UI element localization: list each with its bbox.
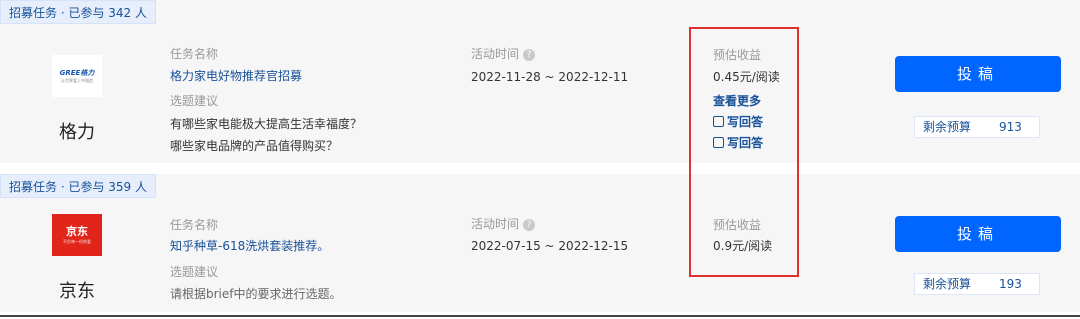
view-more-link[interactable]: 查看更多 [713, 92, 761, 109]
activity-time: 2022-07-15 ~ 2022-12-15 [471, 239, 629, 253]
time-label: 活动时间? [471, 215, 536, 232]
submit-button[interactable]: 投稿 [895, 56, 1061, 92]
time-label-text: 活动时间 [471, 217, 520, 231]
write-answer-label: 写回答 [727, 136, 764, 150]
earn-value: 0.45元/阅读 [713, 70, 780, 84]
time-label: 活动时间? [471, 45, 536, 62]
logo-subtext: 让世界爱上中国造 [60, 77, 93, 83]
task-card: 招募任务 · 已参与 342 人 GREE格力 让世界爱上中国造 格力 任务名称… [0, 0, 1080, 163]
logo-text: 京东 [66, 225, 88, 238]
topic-item: 请根据brief中的要求进行选题。 [170, 287, 342, 301]
brand-name: 京东 [59, 281, 95, 302]
topic-item: 有哪些家电能极大提高生活幸福度？ [170, 117, 363, 131]
task-tag: 招募任务 · 已参与 342 人 [0, 0, 156, 24]
budget-box: 剩余预算 913 [914, 116, 1040, 138]
task-card: 招募任务 · 已参与 359 人 京东 不负每一份热爱 京东 任务名称 知乎种草… [0, 174, 1080, 312]
write-answer-link[interactable]: 写回答 [713, 113, 763, 130]
earn-label: 预估收益 [713, 48, 762, 62]
write-answer-label: 写回答 [727, 115, 764, 129]
task-name-link[interactable]: 格力家电好物推荐官招募 [170, 67, 302, 84]
task-name-link[interactable]: 知乎种草-618洗烘套装推荐。 [170, 237, 329, 254]
task-tag: 招募任务 · 已参与 359 人 [0, 174, 156, 198]
time-label-text: 活动时间 [471, 47, 520, 61]
brand-name: 格力 [59, 122, 95, 143]
task-name-label: 任务名称 [170, 218, 219, 232]
help-icon[interactable]: ? [523, 218, 536, 231]
budget-value: 913 [999, 120, 1022, 134]
budget-label: 剩余预算 [923, 120, 972, 134]
submit-button[interactable]: 投稿 [895, 216, 1061, 252]
task-name-label: 任务名称 [170, 47, 219, 61]
brand-logo: GREE格力 让世界爱上中国造 [52, 55, 102, 97]
logo-text: GREE格力 [59, 68, 95, 77]
topic-label: 选题建议 [170, 94, 219, 108]
edit-icon [713, 137, 724, 148]
activity-time: 2022-11-28 ~ 2022-12-11 [471, 70, 629, 84]
earn-value: 0.9元/阅读 [713, 239, 773, 253]
divider [0, 315, 1080, 317]
help-icon[interactable]: ? [523, 48, 536, 61]
budget-value: 193 [999, 277, 1022, 291]
edit-icon [713, 116, 724, 127]
topic-item: 哪些家电品牌的产品值得购买？ [170, 139, 339, 153]
budget-label: 剩余预算 [923, 277, 972, 291]
topic-label: 选题建议 [170, 265, 219, 279]
earn-label: 预估收益 [713, 218, 762, 232]
logo-subtext: 不负每一份热爱 [63, 239, 91, 244]
write-answer-link[interactable]: 写回答 [713, 134, 763, 151]
budget-box: 剩余预算 193 [914, 273, 1040, 295]
brand-logo: 京东 不负每一份热爱 [52, 214, 102, 256]
